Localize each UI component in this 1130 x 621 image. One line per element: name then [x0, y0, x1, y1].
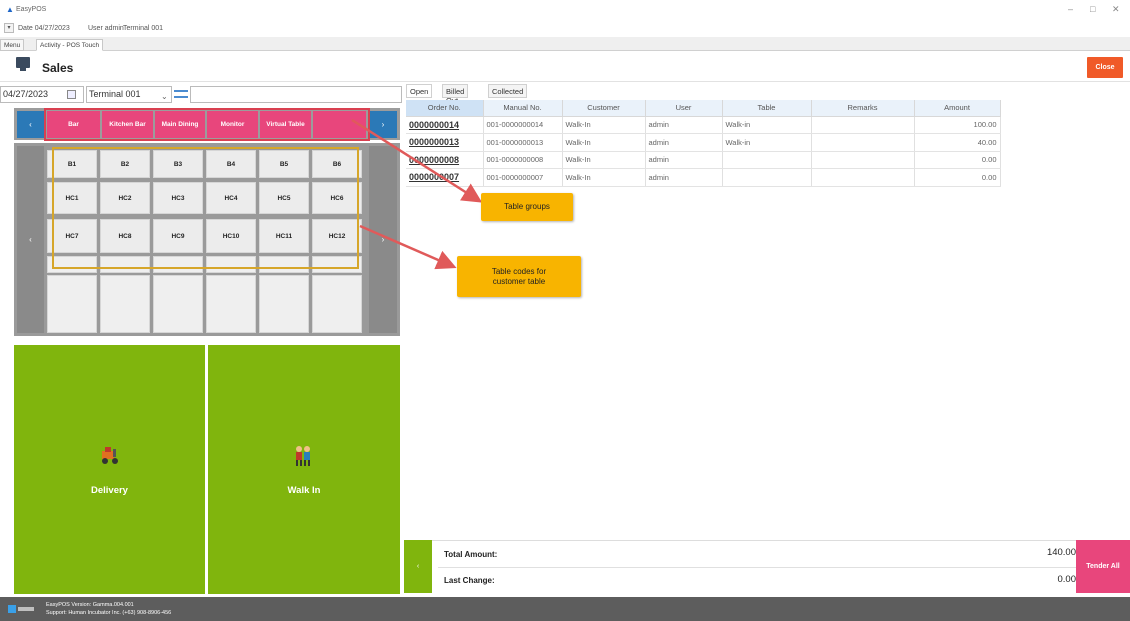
totals-nav-button[interactable]: ‹ — [404, 540, 432, 593]
easypos-logo-icon — [8, 604, 34, 614]
totals-panel: Total Amount: 140.00 Last Change: 0.00 — [404, 540, 1130, 593]
tender-all-button[interactable]: Tender All — [1076, 540, 1130, 593]
last-change-label: Last Change: — [444, 576, 495, 585]
total-amount-label: Total Amount: — [444, 550, 498, 559]
last-change-value: 0.00 — [1057, 574, 1077, 585]
callout-table-groups: Table groups — [481, 193, 573, 221]
totals-divider — [438, 567, 1078, 568]
status-footer: EasyPOS Version: Gamma.004.001 Support: … — [0, 597, 1130, 621]
footer-version: EasyPOS Version: Gamma.004.001 — [46, 602, 134, 608]
footer-support: Support: Human Incubator Inc. (+63) 908-… — [46, 610, 172, 616]
callout-arrows — [351, 118, 483, 270]
total-amount-value: 140.00 — [1046, 547, 1076, 558]
callout-table-codes: Table codes for customer table — [457, 256, 581, 297]
